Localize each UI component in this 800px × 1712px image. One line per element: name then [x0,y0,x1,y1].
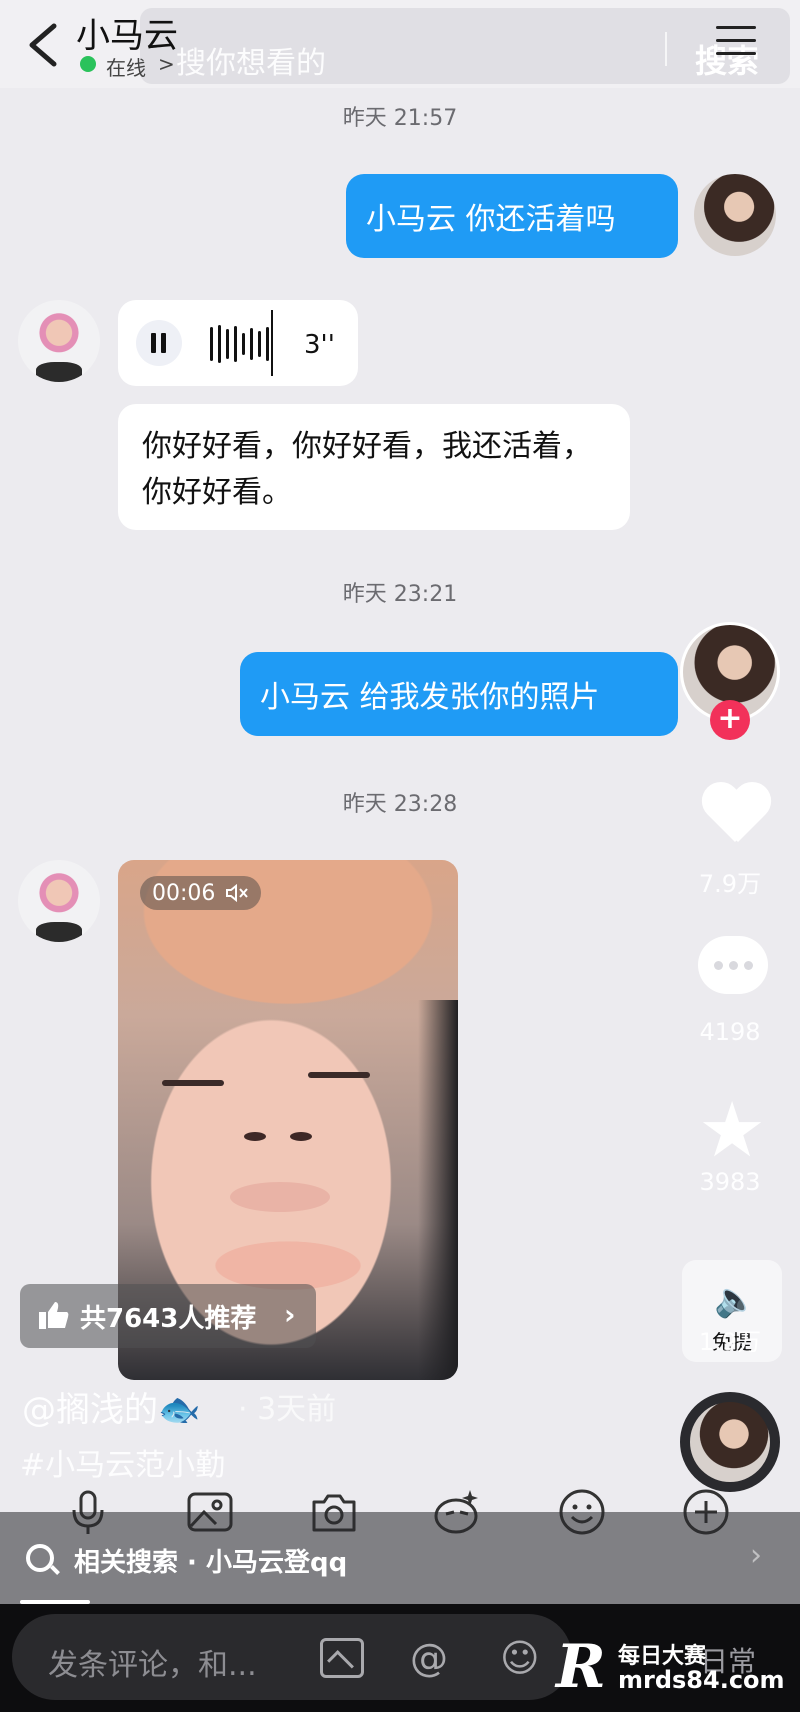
outgoing-message[interactable]: 小马云 你还活着吗 [346,174,678,258]
video-progress-bar[interactable] [20,1600,90,1604]
chevron-right-icon: › [284,1298,296,1331]
chat-header: 搜你想看的 搜索 小马云 在线 > [0,0,800,88]
timestamp: 昨天 21:57 [342,106,458,131]
hashtag[interactable]: #小马云范小勤 [20,1440,225,1484]
follow-button[interactable]: + [710,700,750,740]
eye [162,1080,224,1086]
contact-avatar[interactable] [18,860,100,942]
thumbs-up-icon [39,1302,69,1329]
voice-progress-marker [271,310,273,376]
post-time: · 3天前 [238,1392,337,1427]
waveform-icon [210,324,269,364]
outgoing-message[interactable]: 小马云 给我发张你的照片 [240,652,678,736]
music-disc[interactable] [680,1392,780,1492]
image-icon[interactable] [320,1638,364,1678]
back-arrow-icon[interactable] [22,20,62,70]
timestamp: 昨天 23:28 [342,792,458,817]
mention-icon[interactable]: @ [410,1636,448,1680]
recommend-text: 共7643人推荐 [80,1303,257,1334]
related-search-bar[interactable]: 相关搜索 · 小马云登qq › [0,1512,800,1604]
favorite-star-icon[interactable]: ★ [698,1092,766,1168]
chevron-right-icon: › [750,1538,762,1573]
online-status[interactable]: 在线 [106,52,146,81]
speaker-icon: 🔈 [714,1280,757,1320]
muted-speaker-icon[interactable] [225,883,249,903]
menu-icon[interactable] [716,26,756,60]
search-bar[interactable]: 搜你想看的 搜索 [140,8,790,84]
voice-message[interactable]: 3'' [118,300,358,386]
comment-placeholder: 发条评论，和... [48,1648,257,1683]
share-count: 1.9万 [698,1328,762,1356]
favorite-count: 3983 [699,1168,761,1196]
like-count: 7.9万 [698,870,762,898]
video-duration: 00:06 [140,876,262,910]
search-icon [26,1544,54,1572]
contact-avatar[interactable] [18,300,100,382]
comment-count: 4198 [699,1018,761,1046]
search-divider [665,32,667,66]
emoji-icon[interactable]: ☺ [500,1636,540,1680]
author-name[interactable]: @搁浅的🐟 [22,1382,200,1431]
related-search-text: 相关搜索 · 小马云登qq [74,1548,348,1578]
comment-icon[interactable] [698,936,768,994]
voice-duration: 3'' [304,330,335,360]
pause-icon[interactable] [136,320,182,366]
comment-input[interactable]: 发条评论，和... [12,1614,572,1700]
my-avatar[interactable] [694,174,776,256]
voice-transcript[interactable]: 你好好看，你好好看，我还活着，你好好看。 [118,404,630,530]
status-chevron-icon[interactable]: > [158,52,175,76]
search-placeholder: 搜你想看的 [176,46,326,81]
like-icon[interactable] [700,784,770,846]
online-dot [80,56,96,72]
eye [308,1072,370,1078]
chat-title: 小马云 [76,16,178,56]
recommend-pill[interactable]: 共7643人推荐 › [20,1284,316,1348]
timestamp: 昨天 23:21 [342,582,458,607]
watermark-logo: R 每日大赛 mrds84.com [556,1632,785,1702]
